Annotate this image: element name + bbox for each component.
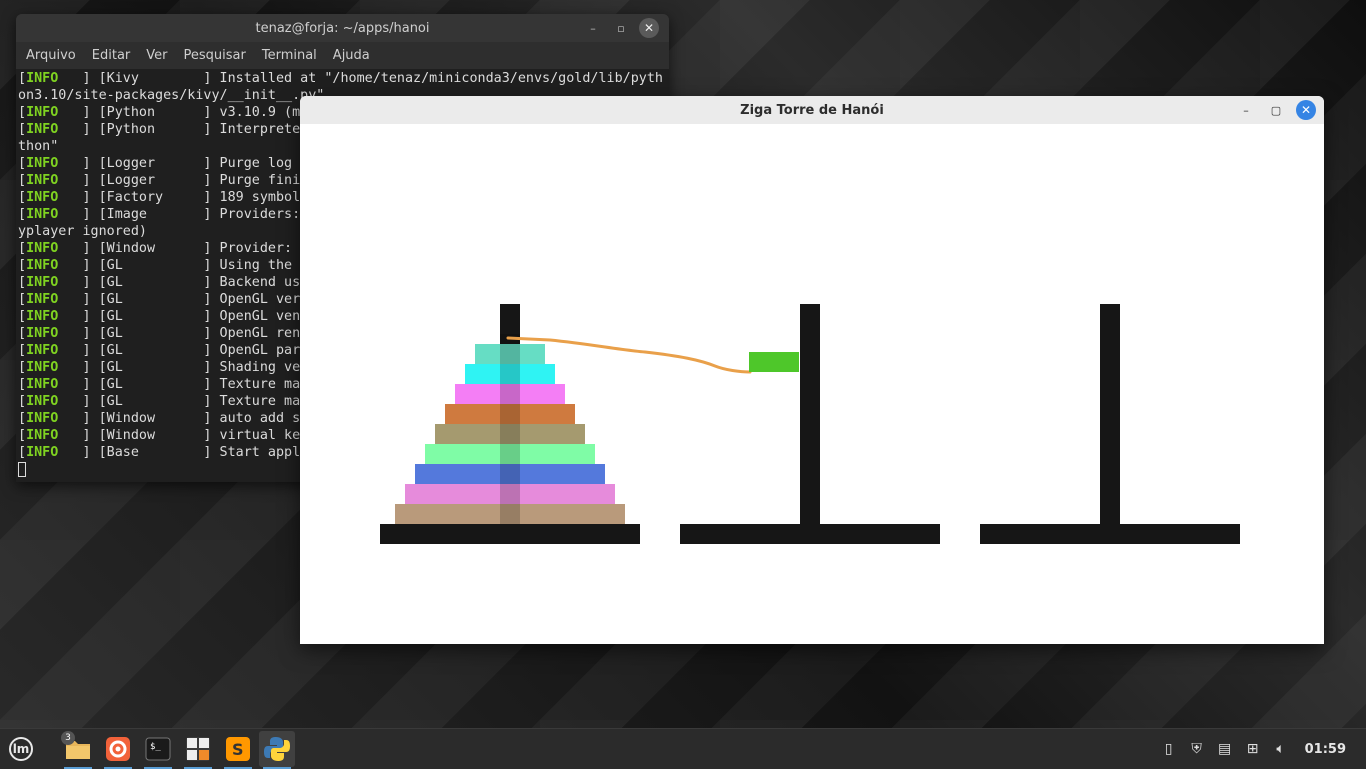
log-text: ] [Window ] Provider: s <box>58 241 309 256</box>
log-text: ] [Factory ] 189 symbols <box>58 190 309 205</box>
svg-text:$_: $_ <box>150 742 161 752</box>
peg-3 <box>1100 304 1120 524</box>
menu-editar[interactable]: Editar <box>84 48 139 63</box>
log-level-tag: INFO <box>26 105 59 120</box>
menu-ajuda[interactable]: Ajuda <box>325 48 378 63</box>
log-text: ] [GL ] OpenGL vend <box>58 309 309 324</box>
log-level-tag: INFO <box>26 156 59 171</box>
peg-2 <box>800 304 820 524</box>
update-manager-icon[interactable]: ▤ <box>1217 741 1233 757</box>
menu-pesquisar[interactable]: Pesquisar <box>176 48 254 63</box>
log-text: ] [Logger ] Purge log f <box>58 156 309 171</box>
log-text: ] [GL ] Using the " <box>58 258 309 273</box>
maximize-icon[interactable]: ▫ <box>611 18 631 38</box>
log-text: ] [Python ] Interpreter <box>58 122 309 137</box>
peg-base-3 <box>980 524 1240 544</box>
hanoi-title: Ziga Torre de Hanói <box>740 102 884 118</box>
system-tray: ▯ ⛨ ▤ ⊞ 🔈︎ 01:59 <box>1161 729 1366 769</box>
shield-icon[interactable]: ⛨ <box>1189 741 1205 757</box>
minimize-icon[interactable]: – <box>583 18 603 38</box>
taskbar-sublime[interactable]: S <box>220 731 256 769</box>
hanoi-canvas[interactable] <box>300 124 1324 644</box>
taskbar-firefox[interactable] <box>100 731 136 769</box>
log-level-tag: INFO <box>26 326 59 341</box>
log-level-tag: INFO <box>26 71 59 86</box>
minimize-icon[interactable]: – <box>1236 100 1256 120</box>
log-text: ] [Python ] v3.10.9 (ma <box>58 105 309 120</box>
log-text: ] [GL ] Texture max <box>58 394 309 409</box>
taskbar-files[interactable]: 3 <box>60 731 96 769</box>
log-level-tag: INFO <box>26 377 59 392</box>
terminal-icon: $_ <box>145 737 171 761</box>
log-level-tag: INFO <box>26 445 59 460</box>
firefox-icon <box>106 737 130 761</box>
log-text: ] [Kivy ] Installed at "/home/tenaz/mini… <box>58 71 663 86</box>
log-text: ] [GL ] Backend use <box>58 275 309 290</box>
log-text: ] [GL ] Texture max <box>58 377 309 392</box>
log-level-tag: INFO <box>26 241 59 256</box>
log-text: thon" <box>18 139 59 154</box>
calculator-icon <box>186 737 210 761</box>
log-level-tag: INFO <box>26 428 59 443</box>
log-level-tag: INFO <box>26 309 59 324</box>
log-text: yplayer ignored) <box>18 224 147 239</box>
close-icon[interactable]: ✕ <box>1296 100 1316 120</box>
log-level-tag: INFO <box>26 258 59 273</box>
log-level-tag: INFO <box>26 292 59 307</box>
log-level-tag: INFO <box>26 394 59 409</box>
menu-ver[interactable]: Ver <box>138 48 175 63</box>
log-level-tag: INFO <box>26 207 59 222</box>
log-text: ] [Logger ] Purge finis <box>58 173 309 188</box>
log-text: ] [Image ] Providers: <box>58 207 309 222</box>
log-text: ] [GL ] OpenGL rend <box>58 326 309 341</box>
terminal-line: [INFO ] [Kivy ] Installed at "/home/tena… <box>18 71 663 86</box>
terminal-menubar: Arquivo Editar Ver Pesquisar Terminal Aj… <box>16 42 669 69</box>
peg-base-2 <box>680 524 940 544</box>
svg-text:S: S <box>232 740 244 759</box>
terminal-title: tenaz@forja: ~/apps/hanoi <box>255 20 430 36</box>
peg-1-overlay <box>500 334 520 524</box>
notifications-icon[interactable]: ▯ <box>1161 741 1177 757</box>
log-level-tag: INFO <box>26 275 59 290</box>
python-icon <box>264 737 290 761</box>
taskbar: lm 3 $_ S ▯ ⛨ ▤ ⊞ 🔈︎ 01:59 <box>0 728 1366 769</box>
log-level-tag: INFO <box>26 190 59 205</box>
taskbar-calculator[interactable] <box>180 731 216 769</box>
maximize-icon[interactable]: ▢ <box>1266 100 1286 120</box>
network-icon[interactable]: ⊞ <box>1245 741 1261 757</box>
dragged-disk[interactable] <box>749 352 799 372</box>
log-text: ] [GL ] Shading ver <box>58 360 309 375</box>
log-level-tag: INFO <box>26 343 59 358</box>
close-icon[interactable]: ✕ <box>639 18 659 38</box>
log-text: ] [Window ] virtual key <box>58 428 309 443</box>
menu-terminal[interactable]: Terminal <box>254 48 325 63</box>
terminal-cursor <box>18 461 26 477</box>
hanoi-titlebar[interactable]: Ziga Torre de Hanói – ▢ ✕ <box>300 96 1324 124</box>
volume-icon[interactable]: 🔈︎ <box>1273 741 1289 757</box>
log-level-tag: INFO <box>26 360 59 375</box>
hanoi-window[interactable]: Ziga Torre de Hanói – ▢ ✕ <box>300 96 1324 644</box>
log-text: on3.10/site-packages/kivy/__init__.py" <box>18 88 325 103</box>
log-level-tag: INFO <box>26 411 59 426</box>
terminal-titlebar[interactable]: tenaz@forja: ~/apps/hanoi – ▫ ✕ <box>16 14 669 42</box>
sublime-text-icon: S <box>226 737 250 761</box>
log-text: ] [Window ] auto add sd <box>58 411 309 426</box>
log-text: ] [GL ] OpenGL pars <box>58 343 309 358</box>
log-text: ] [GL ] OpenGL vers <box>58 292 309 307</box>
taskbar-terminal[interactable]: $_ <box>140 731 176 769</box>
taskbar-python[interactable] <box>259 731 295 769</box>
log-level-tag: INFO <box>26 173 59 188</box>
log-text: ] [Base ] Start appli <box>58 445 309 460</box>
peg-base-1 <box>380 524 640 544</box>
linux-mint-icon: lm <box>9 737 33 761</box>
files-badge: 3 <box>61 731 75 745</box>
menu-arquivo[interactable]: Arquivo <box>18 48 84 63</box>
clock[interactable]: 01:59 <box>1305 742 1346 757</box>
start-menu-button[interactable]: lm <box>5 734 37 764</box>
log-level-tag: INFO <box>26 122 59 137</box>
